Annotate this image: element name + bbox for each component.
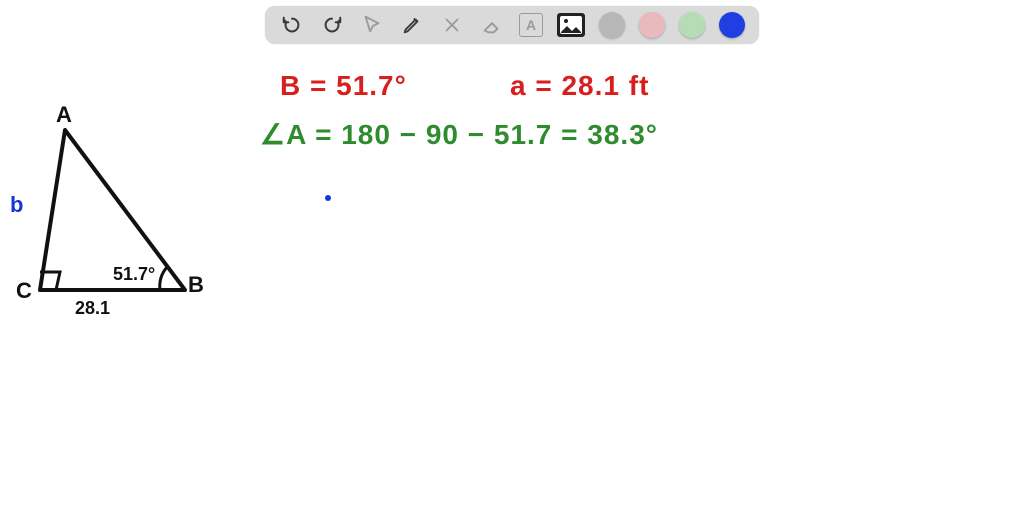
triangle-diagram: A B C b 51.7° 28.1 bbox=[10, 100, 250, 340]
eraser-button[interactable] bbox=[479, 12, 505, 38]
stray-dot bbox=[325, 195, 331, 201]
pointer-icon bbox=[361, 14, 383, 36]
equation-given-a: a = 28.1 ft bbox=[510, 70, 649, 102]
redo-button[interactable] bbox=[319, 12, 345, 38]
side-a-value: 28.1 bbox=[75, 298, 110, 319]
pencil-icon bbox=[401, 14, 423, 36]
toolbar: A bbox=[265, 6, 759, 44]
tools-button[interactable] bbox=[439, 12, 465, 38]
color-blue[interactable] bbox=[719, 12, 745, 38]
eraser-icon bbox=[481, 14, 503, 36]
tools-icon bbox=[441, 14, 463, 36]
image-button[interactable] bbox=[557, 13, 585, 37]
pencil-button[interactable] bbox=[399, 12, 425, 38]
triangle-svg bbox=[10, 100, 250, 340]
vertex-A-label: A bbox=[56, 102, 72, 128]
image-icon bbox=[559, 15, 583, 35]
color-green[interactable] bbox=[679, 12, 705, 38]
text-button[interactable]: A bbox=[519, 13, 543, 37]
vertex-C-label: C bbox=[16, 278, 32, 304]
equation-given-B: B = 51.7° bbox=[280, 70, 407, 102]
color-grey[interactable] bbox=[599, 12, 625, 38]
color-pink[interactable] bbox=[639, 12, 665, 38]
redo-icon bbox=[321, 14, 343, 36]
undo-icon bbox=[281, 14, 303, 36]
vertex-B-label: B bbox=[188, 272, 204, 298]
side-b-label: b bbox=[10, 192, 23, 218]
undo-button[interactable] bbox=[279, 12, 305, 38]
equation-angle-A: ∠A = 180 − 90 − 51.7 = 38.3° bbox=[260, 118, 658, 151]
angle-B-value: 51.7° bbox=[113, 264, 155, 285]
pointer-button[interactable] bbox=[359, 12, 385, 38]
